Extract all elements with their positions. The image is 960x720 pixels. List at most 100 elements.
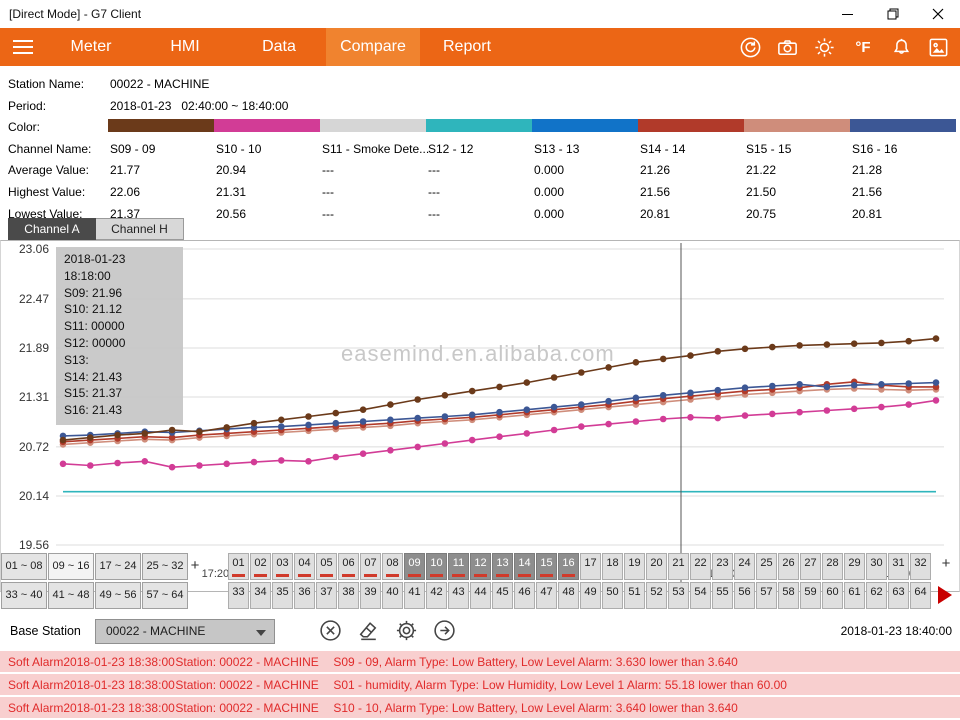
channel-cell-11[interactable]: 11 (448, 553, 469, 580)
go-icon[interactable] (432, 618, 457, 643)
settings-gear-icon[interactable] (394, 618, 419, 643)
channel-range-button[interactable]: 25 ~ 32 (142, 553, 188, 580)
channel-range-button[interactable]: 01 ~ 08 (1, 553, 47, 580)
channel-cell-56[interactable]: 56 (734, 582, 755, 609)
channel-cell-50[interactable]: 50 (602, 582, 623, 609)
alarm-row[interactable]: Soft Alarm2018-01-23 18:38:00Station: 00… (0, 697, 960, 718)
brightness-icon[interactable] (813, 36, 836, 59)
channel-cell-01[interactable]: 01 (228, 553, 249, 580)
channel-cell-13[interactable]: 13 (492, 553, 513, 580)
channel-cell-30[interactable]: 30 (866, 553, 887, 580)
channel-cell-06[interactable]: 06 (338, 553, 359, 580)
tab-compare[interactable]: Compare (326, 28, 420, 66)
next-channels-arrow-icon[interactable] (938, 586, 952, 604)
channel-cell-02[interactable]: 02 (250, 553, 271, 580)
channel-cell-57[interactable]: 57 (756, 582, 777, 609)
channel-cell-62[interactable]: 62 (866, 582, 887, 609)
channel-cell-27[interactable]: 27 (800, 553, 821, 580)
channel-cell-39[interactable]: 39 (360, 582, 381, 609)
channel-cell-14[interactable]: 14 (514, 553, 535, 580)
alarm-row[interactable]: Soft Alarm2018-01-23 18:38:00Station: 00… (0, 674, 960, 695)
tab-channel-h[interactable]: Channel H (96, 218, 184, 240)
tab-data[interactable]: Data (232, 28, 326, 66)
channel-cell-18[interactable]: 18 (602, 553, 623, 580)
fahrenheit-icon[interactable]: °F (850, 39, 876, 56)
close-button[interactable] (915, 0, 960, 28)
channel-cell-09[interactable]: 09 (404, 553, 425, 580)
channel-cell-40[interactable]: 40 (382, 582, 403, 609)
minimize-button[interactable] (825, 0, 870, 28)
channel-cell-58[interactable]: 58 (778, 582, 799, 609)
camera-icon[interactable] (776, 36, 799, 59)
erase-icon[interactable] (356, 618, 381, 643)
channel-cell-15[interactable]: 15 (536, 553, 557, 580)
channel-cell-26[interactable]: 26 (778, 553, 799, 580)
tab-hmi[interactable]: HMI (138, 28, 232, 66)
channel-cell-64[interactable]: 64 (910, 582, 931, 609)
clear-icon[interactable] (318, 618, 343, 643)
channel-range-button[interactable]: 17 ~ 24 (95, 553, 141, 580)
channel-cell-22[interactable]: 22 (690, 553, 711, 580)
channel-cell-53[interactable]: 53 (668, 582, 689, 609)
channel-cell-17[interactable]: 17 (580, 553, 601, 580)
channel-cell-03[interactable]: 03 (272, 553, 293, 580)
channel-cell-38[interactable]: 38 (338, 582, 359, 609)
channel-cell-42[interactable]: 42 (426, 582, 447, 609)
refresh-icon[interactable] (739, 36, 762, 59)
channel-cell-59[interactable]: 59 (800, 582, 821, 609)
maximize-button[interactable] (870, 0, 915, 28)
channel-cell-55[interactable]: 55 (712, 582, 733, 609)
expand-channels-button[interactable]: + (187, 557, 203, 574)
channel-cell-44[interactable]: 44 (470, 582, 491, 609)
channel-range-button[interactable]: 33 ~ 40 (1, 582, 47, 609)
tab-meter[interactable]: Meter (44, 28, 138, 66)
channel-cell-28[interactable]: 28 (822, 553, 843, 580)
channel-cell-61[interactable]: 61 (844, 582, 865, 609)
channel-cell-48[interactable]: 48 (558, 582, 579, 609)
channel-range-button[interactable]: 49 ~ 56 (95, 582, 141, 609)
channel-cell-34[interactable]: 34 (250, 582, 271, 609)
channel-cell-23[interactable]: 23 (712, 553, 733, 580)
channel-cell-24[interactable]: 24 (734, 553, 755, 580)
channel-cell-25[interactable]: 25 (756, 553, 777, 580)
alarm-bell-icon[interactable] (890, 36, 913, 59)
channel-cell-54[interactable]: 54 (690, 582, 711, 609)
channel-cell-10[interactable]: 10 (426, 553, 447, 580)
expand-channels-button[interactable]: + (938, 555, 954, 572)
base-station-dropdown[interactable]: 00022 - MACHINE (95, 619, 275, 644)
channel-cell-52[interactable]: 52 (646, 582, 667, 609)
channel-cell-31[interactable]: 31 (888, 553, 909, 580)
channel-cell-32[interactable]: 32 (910, 553, 931, 580)
channel-cell-07[interactable]: 07 (360, 553, 381, 580)
tab-report[interactable]: Report (420, 28, 514, 66)
channel-cell-60[interactable]: 60 (822, 582, 843, 609)
channel-range-button[interactable]: 09 ~ 16 (48, 553, 94, 580)
channel-range-button[interactable]: 57 ~ 64 (142, 582, 188, 609)
channel-cell-37[interactable]: 37 (316, 582, 337, 609)
channel-cell-21[interactable]: 21 (668, 553, 689, 580)
hamburger-menu-icon[interactable] (0, 28, 44, 66)
channel-cell-63[interactable]: 63 (888, 582, 909, 609)
channel-cell-33[interactable]: 33 (228, 582, 249, 609)
channel-cell-43[interactable]: 43 (448, 582, 469, 609)
alarm-row[interactable]: Soft Alarm2018-01-23 18:38:00Station: 00… (0, 651, 960, 672)
channel-cell-08[interactable]: 08 (382, 553, 403, 580)
channel-cell-12[interactable]: 12 (470, 553, 491, 580)
channel-cell-36[interactable]: 36 (294, 582, 315, 609)
channel-cell-51[interactable]: 51 (624, 582, 645, 609)
channel-cell-20[interactable]: 20 (646, 553, 667, 580)
channel-cell-05[interactable]: 05 (316, 553, 337, 580)
channel-cell-46[interactable]: 46 (514, 582, 535, 609)
channel-cell-41[interactable]: 41 (404, 582, 425, 609)
channel-cell-35[interactable]: 35 (272, 582, 293, 609)
channel-cell-47[interactable]: 47 (536, 582, 557, 609)
channel-cell-04[interactable]: 04 (294, 553, 315, 580)
export-image-icon[interactable] (927, 36, 950, 59)
channel-cell-49[interactable]: 49 (580, 582, 601, 609)
channel-cell-29[interactable]: 29 (844, 553, 865, 580)
channel-cell-19[interactable]: 19 (624, 553, 645, 580)
channel-cell-16[interactable]: 16 (558, 553, 579, 580)
channel-cell-45[interactable]: 45 (492, 582, 513, 609)
tab-channel-a[interactable]: Channel A (8, 218, 96, 240)
channel-range-button[interactable]: 41 ~ 48 (48, 582, 94, 609)
